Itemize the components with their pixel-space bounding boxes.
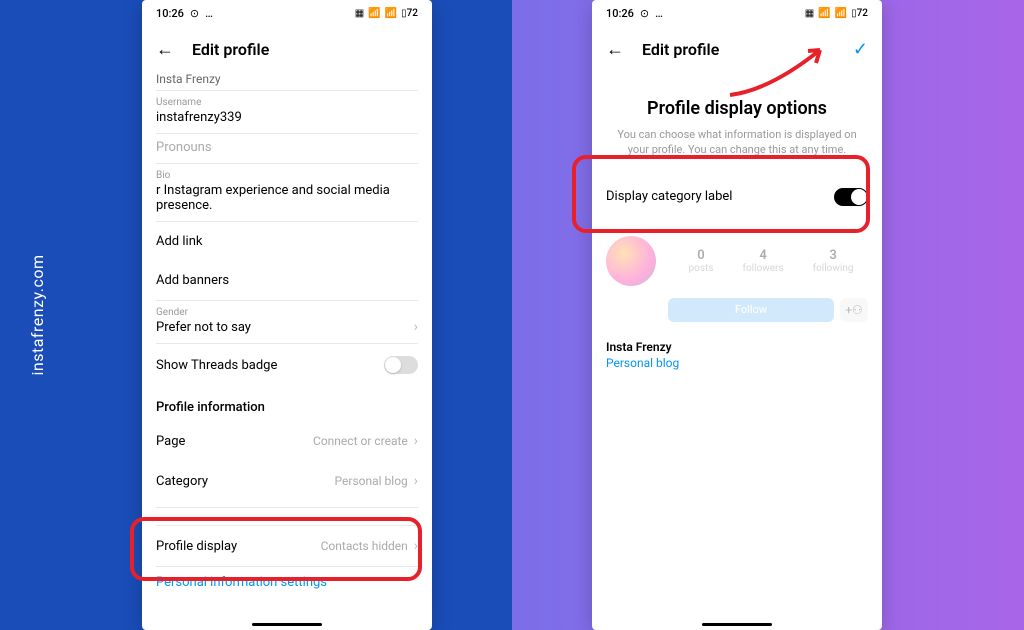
battery-icon: ▯72 — [401, 8, 418, 19]
status-time: 10:26 — [156, 7, 184, 20]
home-indicator[interactable] — [252, 623, 322, 626]
whatsapp-icon: ⊙ — [640, 7, 649, 20]
row-label: Page — [156, 434, 185, 449]
header-title: Edit profile — [642, 40, 719, 59]
stat-following: 3following — [813, 248, 854, 274]
row-value: Connect or create — [313, 434, 408, 448]
display-category-toggle[interactable] — [834, 188, 868, 206]
chevron-right-icon: › — [414, 319, 418, 335]
app-header: ← Edit profile — [142, 26, 432, 72]
field-value: r Instagram experience and social media … — [156, 183, 418, 213]
gender-field[interactable]: Gender Prefer not to say › — [156, 301, 418, 344]
row-label: Show Threads badge — [156, 358, 277, 373]
signal-icon: 📶 — [818, 8, 830, 19]
row-label: Category — [156, 474, 208, 489]
profile-name: Insta Frenzy — [606, 340, 868, 354]
personal-information-settings-link[interactable]: Personal information settings — [156, 567, 418, 602]
name-field-value[interactable]: Insta Frenzy — [156, 72, 418, 91]
field-label: Pronouns — [156, 140, 418, 155]
display-category-label-row[interactable]: Display category label — [592, 172, 882, 222]
bio-field[interactable]: Bio r Instagram experience and social me… — [156, 164, 418, 222]
avatar — [606, 236, 656, 286]
row-label: Profile display — [156, 539, 237, 554]
chevron-right-icon: › — [414, 433, 418, 449]
field-value: Prefer not to say — [156, 320, 251, 335]
battery-icon: ▯72 — [851, 8, 868, 19]
confirm-check-icon[interactable]: ✓ — [853, 39, 868, 60]
header-title: Edit profile — [192, 40, 269, 59]
add-link-row[interactable]: Add link — [156, 222, 418, 261]
row-label: Display category label — [606, 189, 732, 204]
stat-followers: 4followers — [742, 248, 783, 274]
profile-display-row[interactable]: Profile display Contacts hidden › — [156, 525, 418, 567]
chevron-right-icon: › — [414, 473, 418, 489]
page-subtitle: You can choose what information is displ… — [592, 119, 882, 172]
pronouns-field[interactable]: Pronouns — [156, 134, 418, 164]
row-value: Contacts hidden — [321, 539, 408, 553]
signal-icon: 📶 — [368, 8, 380, 19]
field-label: Username — [156, 97, 418, 108]
threads-toggle[interactable] — [384, 356, 418, 374]
phone-profile-display-options: 10:26 ⊙ … ▦ 📶 📶 ▯72 ← Edit profile ✓ Profile … — [592, 0, 882, 630]
volte-icon: ▦ — [355, 8, 364, 19]
whatsapp-icon: ⊙ — [190, 7, 199, 20]
stat-posts: 0posts — [689, 248, 714, 274]
chevron-right-icon: › — [414, 538, 418, 554]
app-header: ← Edit profile ✓ — [592, 26, 882, 72]
add-person-icon: +⚇ — [840, 298, 868, 322]
status-dots: … — [655, 7, 663, 20]
volte-icon: ▦ — [805, 8, 814, 19]
phone-edit-profile: 10:26 ⊙ … ▦ 📶 📶 ▯72 ← Edit profile Insta Fren… — [142, 0, 432, 630]
username-field[interactable]: Username instafrenzy339 — [156, 91, 418, 134]
signal-icon-2: 📶 — [835, 8, 847, 19]
threads-badge-row[interactable]: Show Threads badge — [156, 344, 418, 386]
field-value: instafrenzy339 — [156, 110, 418, 125]
field-label: Gender — [156, 307, 251, 318]
status-dots: … — [205, 7, 213, 20]
back-arrow-icon[interactable]: ← — [606, 39, 624, 60]
profile-info-preview: Insta Frenzy Personal blog — [606, 340, 868, 370]
section-profile-information: Profile information — [156, 386, 418, 421]
add-banners-row[interactable]: Add banners — [156, 261, 418, 301]
field-label: Bio — [156, 170, 418, 181]
page-title: Profile display options — [592, 98, 882, 119]
status-bar: 10:26 ⊙ … ▦ 📶 📶 ▯72 — [592, 0, 882, 26]
row-value: Personal blog — [335, 474, 408, 488]
follow-button: Follow — [668, 298, 834, 322]
category-row[interactable]: Category Personal blog › — [156, 461, 418, 501]
profile-preview: 0posts 4followers 3following Follow +⚇ — [606, 236, 868, 322]
profile-category: Personal blog — [606, 356, 868, 370]
signal-icon-2: 📶 — [385, 8, 397, 19]
status-time: 10:26 — [606, 7, 634, 20]
back-arrow-icon[interactable]: ← — [156, 39, 174, 60]
page-row[interactable]: Page Connect or create › — [156, 421, 418, 461]
status-bar: 10:26 ⊙ … ▦ 📶 📶 ▯72 — [142, 0, 432, 26]
home-indicator[interactable] — [702, 623, 772, 626]
